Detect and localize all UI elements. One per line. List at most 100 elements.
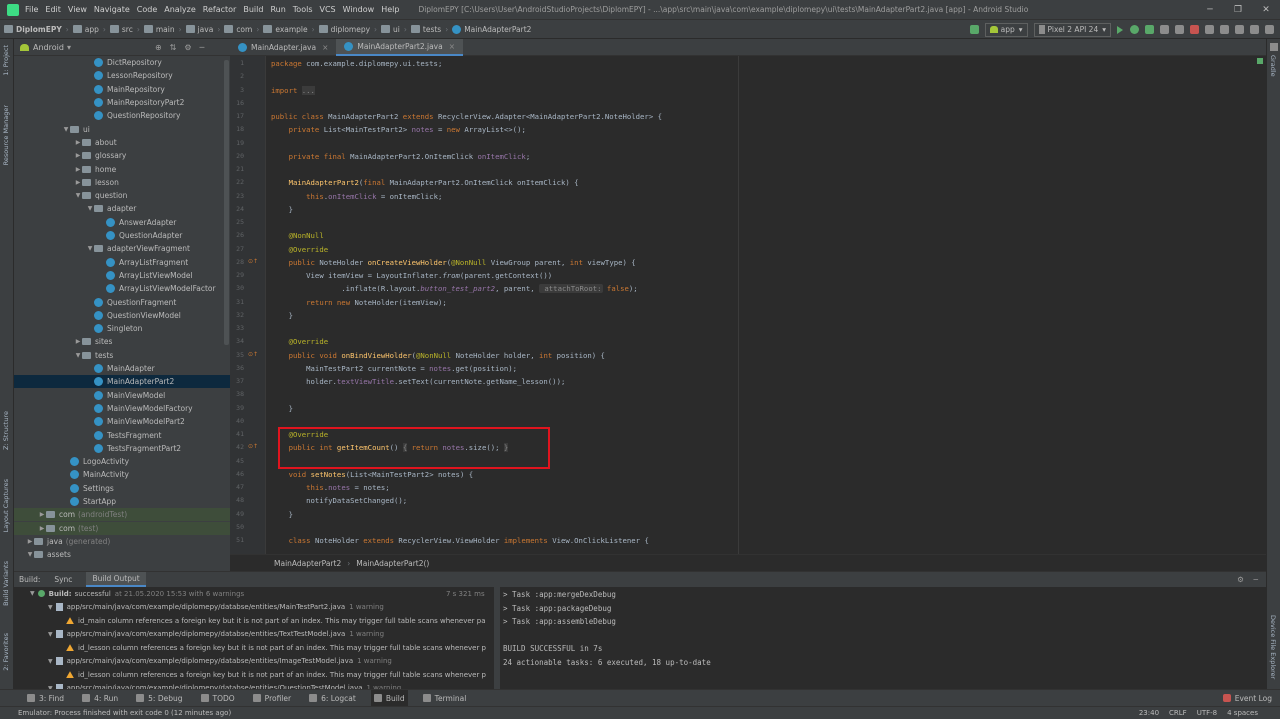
attach-debugger-icon[interactable] <box>1175 25 1184 34</box>
gradle-tool-tab[interactable]: Gradle <box>1269 55 1277 77</box>
code-line[interactable]: return new NoteHolder(itemView); <box>271 298 447 307</box>
tab-sync[interactable]: Sync <box>54 575 72 584</box>
layout-inspector-icon[interactable] <box>1250 25 1259 34</box>
collapsed-arrow-icon[interactable]: ▶ <box>38 511 46 518</box>
build-variants-tool-tab[interactable]: Build Variants <box>2 561 10 606</box>
code-line[interactable]: MainTestPart2 currentNote = notes.get(po… <box>271 364 517 373</box>
project-tree-item[interactable]: MainActivity <box>14 468 230 481</box>
breadcrumb-item[interactable]: DiplomEPY <box>16 25 62 34</box>
sync-gradle-icon[interactable] <box>1205 25 1214 34</box>
menu-build[interactable]: Build <box>243 5 263 14</box>
collapsed-arrow-icon[interactable]: ▶ <box>74 166 82 173</box>
device-select[interactable]: Pixel 2 API 24 ▾ <box>1033 22 1111 37</box>
maximize-icon[interactable]: ❐ <box>1224 0 1252 20</box>
gear-icon[interactable]: ⚙ <box>184 43 191 52</box>
menu-tools[interactable]: Tools <box>293 5 313 14</box>
structure-tool-tab[interactable]: Z: Structure <box>2 411 10 450</box>
menu-analyze[interactable]: Analyze <box>164 5 196 14</box>
project-tree-item[interactable]: ▶ sites <box>14 335 230 348</box>
collapsed-arrow-icon[interactable]: ▶ <box>74 338 82 345</box>
menu-file[interactable]: File <box>25 5 38 14</box>
run-config-select[interactable]: app ▾ <box>984 22 1028 37</box>
project-tree-item[interactable]: ▼ adapter <box>14 202 230 215</box>
build-warning-row[interactable]: id_main column references a foreign key … <box>66 614 486 628</box>
code-line[interactable]: private final MainAdapterPart2.OnItemCli… <box>271 152 531 161</box>
code-line[interactable]: package com.example.diplomepy.ui.tests; <box>271 59 442 68</box>
breadcrumb-item[interactable]: java <box>198 25 214 34</box>
breadcrumb-method[interactable]: MainAdapterPart2() <box>356 559 429 568</box>
breadcrumb-item[interactable]: app <box>85 25 99 34</box>
menu-navigate[interactable]: Navigate <box>94 5 130 14</box>
menu-vcs[interactable]: VCS <box>320 5 336 14</box>
bottom-tab-build[interactable]: Build <box>370 689 408 707</box>
project-tool-tab[interactable]: 1: Project <box>2 45 10 76</box>
bottom-tab-todo[interactable]: TODO <box>198 690 238 707</box>
code-line[interactable]: } <box>271 311 293 320</box>
project-tree-item[interactable]: ▶ home <box>14 162 230 175</box>
search-icon[interactable] <box>1265 25 1274 34</box>
code-editor[interactable]: package com.example.diplomepy.ui.tests; i… <box>266 56 1266 554</box>
favorites-tool-tab[interactable]: 2: Favorites <box>2 633 10 671</box>
project-tree-item[interactable]: QuestionRepository <box>14 109 230 122</box>
project-tree-item[interactable]: ▼ adapterViewFragment <box>14 242 230 255</box>
bottom-tab-3-find[interactable]: 3: Find <box>24 690 67 707</box>
code-line[interactable]: } <box>271 404 293 413</box>
project-tree-item[interactable]: MainRepositoryPart2 <box>14 96 230 109</box>
project-tree-item[interactable]: MainRepository <box>14 83 230 96</box>
collapsed-arrow-icon[interactable]: ▶ <box>26 538 34 545</box>
code-line[interactable]: MainAdapterPart2(final MainAdapterPart2.… <box>271 178 579 187</box>
project-tree-item[interactable]: ▶ com (androidTest) <box>14 508 230 522</box>
layout-captures-tool-tab[interactable]: Layout Captures <box>2 479 10 532</box>
apply-changes-icon[interactable] <box>1130 25 1139 34</box>
project-tree-item[interactable]: ▼ assets <box>14 548 230 561</box>
code-line[interactable]: this.onItemClick = onItemClick; <box>271 192 442 201</box>
code-line[interactable]: this.notes = notes; <box>271 483 390 492</box>
override-marker-icon[interactable]: ⊙↑ <box>248 351 258 358</box>
status-message[interactable]: Emulator: Process finished with exit cod… <box>18 709 231 717</box>
bottom-tab-profiler[interactable]: Profiler <box>250 690 294 707</box>
hide-panel-icon[interactable]: ─ <box>200 43 205 52</box>
project-tree-item[interactable]: StartApp <box>14 495 230 508</box>
menu-code[interactable]: Code <box>137 5 157 14</box>
caret-position[interactable]: 23:40 <box>1139 709 1159 717</box>
build-file-row[interactable]: ▼ app/src/main/java/com/example/diplomepy… <box>48 601 384 615</box>
project-tree-item[interactable]: ▶ com (test) <box>14 521 230 535</box>
menu-window[interactable]: Window <box>343 5 375 14</box>
menu-run[interactable]: Run <box>270 5 285 14</box>
menu-help[interactable]: Help <box>381 5 399 14</box>
collapse-all-icon[interactable]: ⇅ <box>170 43 177 52</box>
make-project-hammer-icon[interactable] <box>969 25 979 34</box>
breadcrumb-item[interactable]: tests <box>423 25 441 34</box>
breadcrumb-item[interactable]: com <box>236 25 252 34</box>
project-tree-item[interactable]: Settings <box>14 482 230 495</box>
project-tree-item[interactable]: ArrayListFragment <box>14 256 230 269</box>
chevron-down-icon[interactable]: ▾ <box>67 43 71 52</box>
collapsed-arrow-icon[interactable]: ▶ <box>74 152 82 159</box>
project-tree-item[interactable]: ▼ question <box>14 189 230 202</box>
project-tree-item[interactable]: MainAdapter <box>14 362 230 375</box>
stop-icon[interactable] <box>1190 25 1199 34</box>
code-line[interactable]: class NoteHolder extends RecyclerView.Vi… <box>271 536 649 545</box>
project-tree-item[interactable]: AnswerAdapter <box>14 216 230 229</box>
event-log-tab[interactable]: Event Log <box>1222 694 1272 703</box>
sdk-manager-icon[interactable] <box>1235 25 1244 34</box>
code-line[interactable]: public class MainAdapterPart2 extends Re… <box>271 112 662 121</box>
project-tree-item[interactable]: ArrayListViewModel <box>14 269 230 282</box>
close-icon[interactable]: ✕ <box>1252 0 1280 20</box>
build-console[interactable]: > Task :app:mergeDexDebug > Task :app:pac… <box>500 587 1266 690</box>
resource-manager-tool-tab[interactable]: Resource Manager <box>2 105 10 165</box>
code-line[interactable]: @NonNull <box>271 231 324 240</box>
build-warning-row[interactable]: id_lesson column references a foreign ke… <box>66 668 486 682</box>
collapsed-arrow-icon[interactable]: ▶ <box>74 139 82 146</box>
expanded-arrow-icon[interactable]: ▼ <box>74 192 82 199</box>
project-tree-item[interactable]: MainAdapterPart2 <box>14 375 230 389</box>
code-line[interactable]: import ... <box>271 85 315 95</box>
bottom-tab-4-run[interactable]: 4: Run <box>79 690 121 707</box>
project-tree-item[interactable]: TestsFragment <box>14 428 230 441</box>
menu-refactor[interactable]: Refactor <box>203 5 237 14</box>
code-line[interactable]: } <box>271 205 293 214</box>
profile-icon[interactable] <box>1160 25 1169 34</box>
breadcrumb-item[interactable]: diplomepy <box>331 25 370 34</box>
project-tree-item[interactable]: ArrayListViewModelFactor <box>14 282 230 295</box>
build-warning-row[interactable]: id_lesson column references a foreign ke… <box>66 641 486 655</box>
